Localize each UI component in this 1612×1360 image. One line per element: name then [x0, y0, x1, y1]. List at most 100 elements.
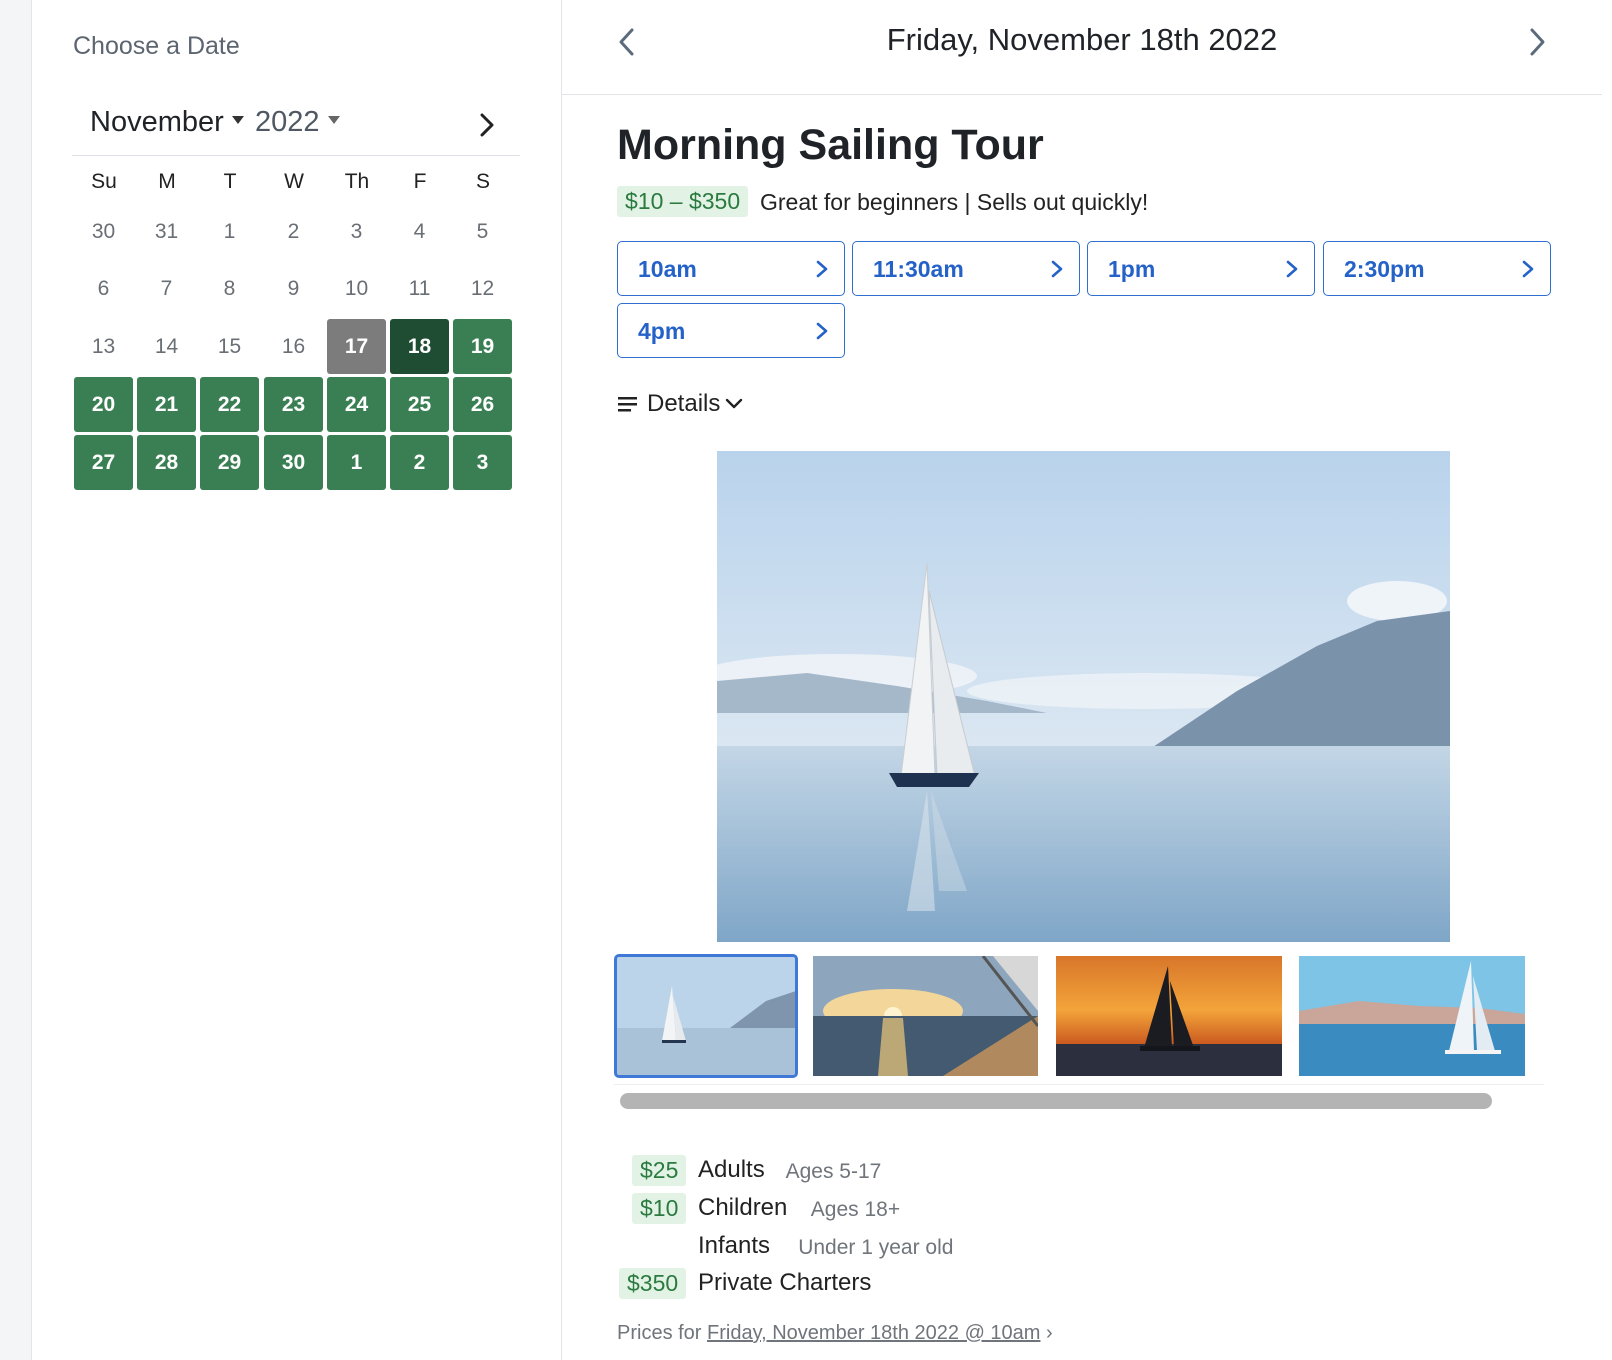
year-dropdown[interactable]: 2022 [255, 106, 340, 139]
calendar-day[interactable]: 2 [390, 435, 449, 490]
chevron-right-icon [816, 260, 828, 278]
calendar-day[interactable]: 11 [390, 261, 449, 316]
weekday-label: Th [344, 170, 370, 193]
calendar-day[interactable]: 5 [453, 204, 512, 259]
calendar-day[interactable]: 16 [264, 319, 323, 374]
left-gutter [0, 0, 32, 1360]
price-badge: $350 [619, 1268, 687, 1299]
weekday-label: S [475, 170, 490, 193]
time-slot-label: 11:30am [873, 256, 964, 282]
time-slot-button[interactable]: 11:30am [852, 241, 1080, 296]
calendar-day[interactable]: 4 [390, 204, 449, 259]
calendar-day[interactable]: 12 [453, 261, 512, 316]
calendar-day[interactable]: 7 [137, 261, 196, 316]
time-slot-label: 10am [638, 256, 697, 282]
price-row: $350 Private Charters [617, 1268, 1317, 1302]
calendar-day[interactable]: 27 [74, 435, 133, 490]
month-dropdown[interactable]: November [90, 106, 244, 139]
price-row: $10 Children Ages 18+ [617, 1193, 1317, 1227]
calendar-day[interactable]: 22 [200, 377, 259, 432]
calendar-day[interactable]: 30 [74, 204, 133, 259]
gallery-thumbnail-2[interactable] [813, 956, 1038, 1076]
time-slot-label: 2:30pm [1344, 256, 1425, 282]
weekday-label: F [413, 170, 427, 193]
gallery-thumbnail-4[interactable] [1299, 956, 1525, 1076]
weekday-label: T [223, 170, 237, 193]
weekday-label: W [284, 170, 304, 193]
calendar-day[interactable]: 24 [327, 377, 386, 432]
calendar-day[interactable]: 1 [327, 435, 386, 490]
gallery-scrollbar-thumb[interactable] [620, 1093, 1492, 1109]
calendar-day[interactable]: 15 [200, 319, 259, 374]
chevron-right-icon [1522, 260, 1534, 278]
price-sub-label: Ages 18+ [810, 1198, 901, 1221]
prices-for-prefix: Prices for [617, 1322, 702, 1344]
caret-down-icon [327, 116, 340, 125]
prices-for-line: Prices for Friday, November 18th 2022 @ … [617, 1322, 1053, 1345]
price-badge: $25 [632, 1155, 687, 1186]
main-photo-sailboat [717, 451, 1450, 942]
chevron-right-icon [816, 322, 828, 340]
next-month-chevron-icon[interactable] [472, 110, 502, 140]
time-slot-button[interactable]: 10am [617, 241, 845, 296]
calendar-day-selected[interactable]: 18 [390, 319, 449, 374]
price-label: Adults [698, 1156, 765, 1183]
menu-lines-icon [618, 397, 637, 412]
time-slot-button[interactable]: 2:30pm [1323, 241, 1551, 296]
calendar-day[interactable]: 1 [200, 204, 259, 259]
calendar-day[interactable]: 6 [74, 261, 133, 316]
details-label: Details [647, 390, 721, 417]
calendar-day[interactable]: 13 [74, 319, 133, 374]
calendar-day[interactable]: 25 [390, 377, 449, 432]
calendar-day-today[interactable]: 17 [327, 319, 386, 374]
price-range-badge: $10 – $350 [617, 186, 749, 217]
price-row: $25 Adults Ages 5-17 [617, 1155, 1317, 1189]
caret-down-icon [231, 116, 244, 125]
calendar-day[interactable]: 21 [137, 377, 196, 432]
time-slot-label: 4pm [638, 318, 686, 344]
price-label: Infants [698, 1232, 771, 1259]
weekday-label: M [158, 170, 176, 193]
chevron-down-icon [726, 398, 743, 409]
tour-title: Morning Sailing Tour [617, 121, 1044, 169]
time-slot-label: 1pm [1108, 256, 1156, 282]
calendar-day[interactable]: 28 [137, 435, 196, 490]
chevron-right-icon [1286, 260, 1298, 278]
price-label: Private Charters [698, 1269, 872, 1296]
chevron-right-icon [1051, 260, 1063, 278]
date-picker-panel: Choose a Date November 2022 Su M T W Th F S 30… [32, 0, 562, 1360]
prices-for-date-link[interactable]: Friday, November 18th 2022 @ 10am [707, 1322, 1040, 1344]
price-sub-label: Ages 5-17 [785, 1160, 882, 1183]
calendar-day[interactable]: 9 [264, 261, 323, 316]
calendar-day[interactable]: 23 [264, 377, 323, 432]
next-day-chevron-icon[interactable] [1522, 24, 1552, 60]
details-toggle[interactable]: Details [617, 390, 744, 418]
month-year-selector: November 2022 [72, 96, 520, 156]
calendar-day[interactable]: 2 [264, 204, 323, 259]
calendar-day[interactable]: 29 [200, 435, 259, 490]
calendar-day[interactable]: 31 [137, 204, 196, 259]
calendar-day[interactable]: 20 [74, 377, 133, 432]
calendar-day[interactable]: 19 [453, 319, 512, 374]
calendar-day[interactable]: 30 [264, 435, 323, 490]
price-row: Infants Under 1 year old [617, 1231, 1317, 1265]
month-label: November [90, 106, 224, 138]
price-label: Children [698, 1194, 788, 1221]
calendar-day[interactable]: 8 [200, 261, 259, 316]
time-slot-button[interactable]: 4pm [617, 303, 845, 358]
gallery-thumbnail-1[interactable] [614, 954, 798, 1078]
prices-for-arrow: › [1046, 1322, 1053, 1344]
calendar-day[interactable]: 3 [453, 435, 512, 490]
price-sub-label: Under 1 year old [798, 1236, 954, 1259]
calendar-day[interactable]: 3 [327, 204, 386, 259]
calendar-day[interactable]: 14 [137, 319, 196, 374]
calendar-day[interactable]: 26 [453, 377, 512, 432]
gallery-thumbnail-3[interactable] [1056, 956, 1282, 1076]
weekday-label: Su [91, 170, 117, 193]
year-label: 2022 [255, 106, 320, 138]
time-slot-button[interactable]: 1pm [1087, 241, 1315, 296]
calendar-day[interactable]: 10 [327, 261, 386, 316]
choose-date-heading: Choose a Date [73, 32, 240, 60]
price-badge: $10 [632, 1193, 687, 1224]
tour-tagline: Great for beginners | Sells out quickly! [760, 189, 1149, 215]
